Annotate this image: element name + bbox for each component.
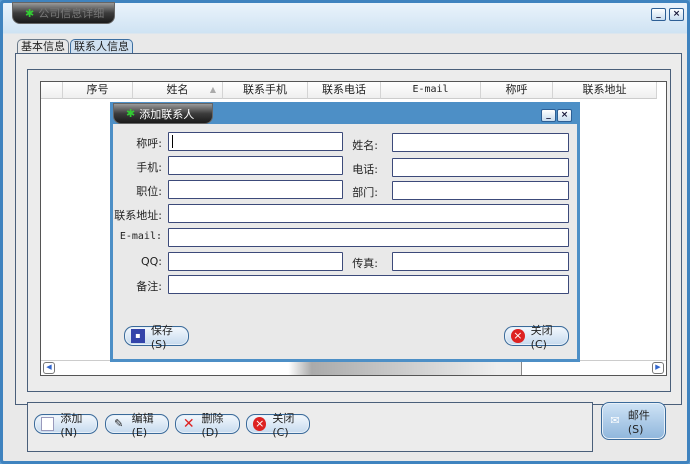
tab-contact-info[interactable]: 联系人信息 (70, 39, 133, 54)
minimize-button[interactable]: _ (651, 8, 666, 21)
salutation-input[interactable] (168, 132, 343, 151)
label-position: 职位: (136, 185, 162, 198)
close-circle-icon: × (253, 417, 267, 431)
delete-label: 删除(D) (201, 411, 224, 439)
dialog-close-button[interactable]: × (557, 109, 572, 122)
label-qq: QQ: (140, 255, 162, 268)
edit-icon: ✎ (114, 417, 124, 430)
window-title-tab: ✱ 公司信息详细 (12, 2, 115, 24)
save-button[interactable]: ▪ 保存(S) (124, 324, 189, 351)
close-window-button[interactable]: × (669, 8, 684, 21)
edit-label: 编辑(E) (131, 411, 154, 439)
label-phone: 电话: (352, 163, 378, 176)
sort-asc-icon: ▲ (209, 85, 216, 94)
label-email: E-mail: (119, 231, 162, 242)
fax-input[interactable] (392, 252, 569, 271)
col-address[interactable]: 联系地址 (553, 82, 657, 99)
col-salutation[interactable]: 称呼 (481, 82, 553, 99)
edit-button[interactable]: ✎ 编辑(E) (105, 412, 169, 439)
note-input[interactable] (168, 275, 569, 294)
address-input[interactable] (168, 204, 569, 223)
email-input[interactable] (168, 228, 569, 247)
col-email[interactable]: E-mail (381, 82, 481, 99)
label-note: 备注: (136, 280, 162, 293)
add-button[interactable]: 添加(N) (34, 412, 98, 439)
dialog-close-label: 关闭(C) (530, 323, 553, 351)
name-input[interactable] (392, 133, 569, 152)
label-fax: 传真: (352, 257, 378, 270)
close-button[interactable]: × 关闭(C) (246, 412, 310, 439)
mail-label: 邮件(S) (627, 408, 650, 436)
col-name[interactable]: 姓名 ▲ (133, 82, 223, 99)
new-document-icon (41, 417, 55, 431)
close-circle-icon: × (511, 329, 525, 343)
label-dept: 部门: (352, 186, 378, 199)
tab-basic-info[interactable]: 基本信息 (17, 39, 69, 54)
app-icon: ✱ (25, 6, 35, 20)
dialog-title: 添加联系人 (139, 107, 195, 121)
label-address: 联系地址: (114, 209, 162, 222)
delete-button[interactable]: ✕ 删除(D) (175, 412, 240, 439)
label-salutation: 称呼: (136, 137, 162, 150)
app-icon: ✱ (126, 107, 136, 120)
label-name: 姓名: (352, 139, 378, 152)
dialog-minimize-button[interactable]: _ (541, 109, 556, 122)
envelope-icon: ✉ (610, 414, 620, 427)
col-name-label: 姓名 (166, 83, 189, 96)
save-label: 保存(S) (150, 323, 173, 351)
close-label: 关闭(C) (272, 411, 295, 439)
scroll-thumb[interactable] (56, 361, 522, 375)
row-header (41, 82, 63, 99)
window-title: 公司信息详细 (38, 7, 105, 20)
mail-button[interactable]: ✉ 邮件(S) (601, 402, 666, 440)
add-label: 添加(N) (60, 411, 83, 439)
phone-input[interactable] (392, 158, 569, 177)
scroll-right-icon[interactable]: ▶ (652, 362, 664, 374)
position-input[interactable] (168, 180, 343, 199)
delete-x-icon: ✕ (182, 416, 195, 432)
label-mobile: 手机: (136, 161, 162, 174)
floppy-disk-icon: ▪ (131, 329, 145, 343)
mobile-input[interactable] (168, 156, 343, 175)
horizontal-scrollbar[interactable]: ◀ ▶ (41, 360, 666, 375)
scroll-left-icon[interactable]: ◀ (43, 362, 55, 374)
dept-input[interactable] (392, 181, 569, 200)
col-mobile[interactable]: 联系手机 (223, 82, 308, 99)
dialog-close-action-button[interactable]: × 关闭(C) (504, 324, 569, 351)
qq-input[interactable] (168, 252, 343, 271)
col-phone[interactable]: 联系电话 (308, 82, 381, 99)
col-index[interactable]: 序号 (63, 82, 133, 99)
dialog-title-tab: ✱ 添加联系人 (113, 103, 213, 124)
